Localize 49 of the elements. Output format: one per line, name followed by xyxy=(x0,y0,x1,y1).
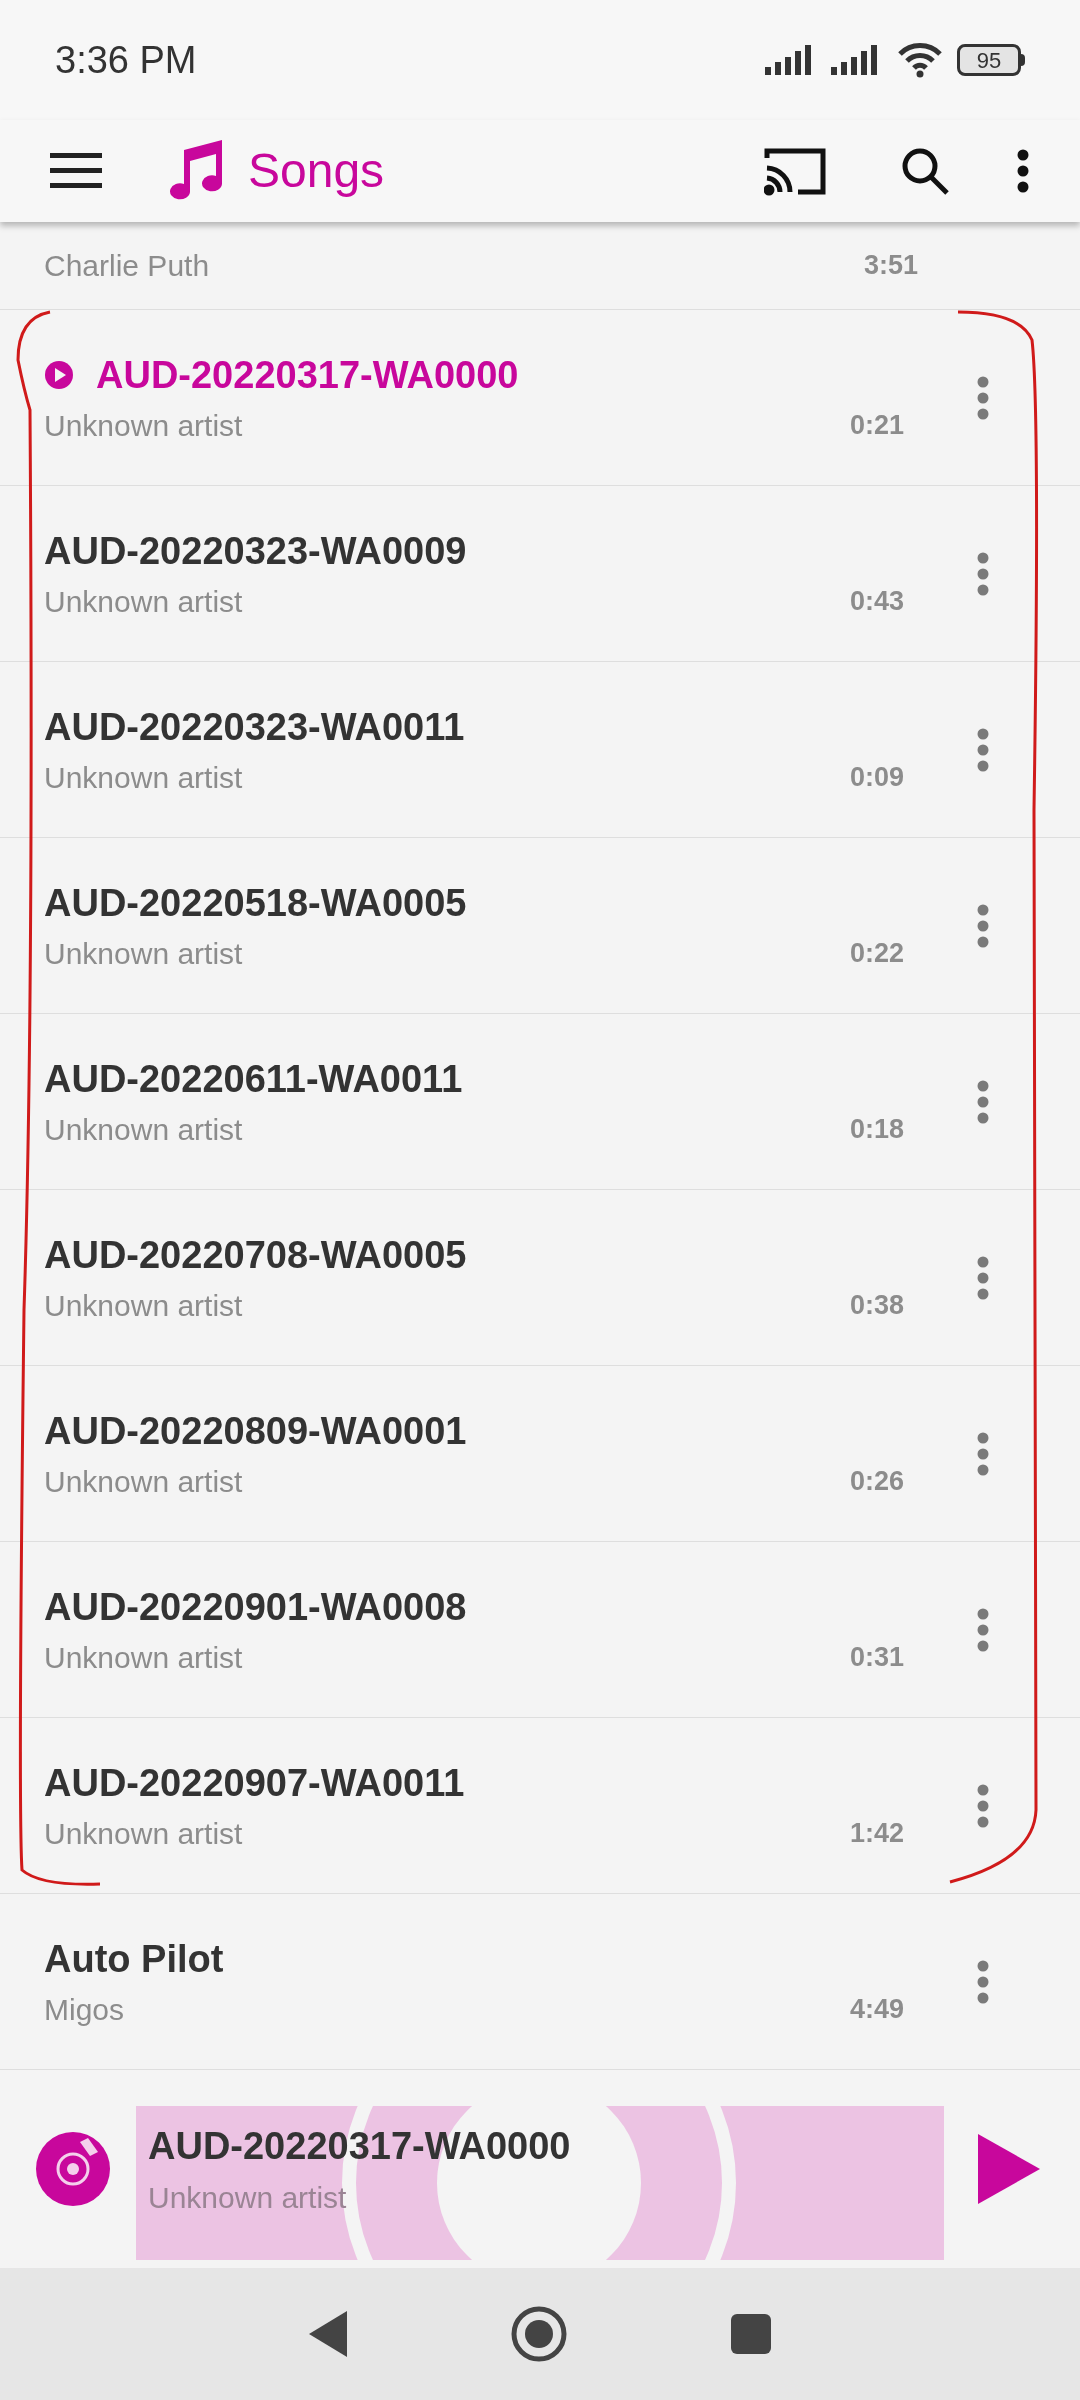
song-title: AUD-20220809-WA0001 xyxy=(44,1408,467,1454)
now-playing-title: AUD-20220317-WA0000 xyxy=(148,2124,572,2169)
song-title: AUD-20220611-WA0011 xyxy=(44,1056,463,1102)
search-icon[interactable] xyxy=(900,146,950,196)
song-duration: 1:42 xyxy=(849,1817,904,1851)
song-title: Auto Pilot xyxy=(44,1936,224,1982)
song-duration: 0:38 xyxy=(849,1289,904,1323)
song-duration: 3:51 xyxy=(863,249,918,283)
song-artist: Unknown artist xyxy=(44,408,243,444)
play-icon[interactable] xyxy=(978,2134,1040,2204)
recents-icon[interactable] xyxy=(731,2314,771,2354)
song-artist: Unknown artist xyxy=(44,1112,243,1148)
song-duration: 0:09 xyxy=(849,761,904,795)
song-artist: Charlie Puth xyxy=(44,248,210,284)
status-time: 3:36 PM xyxy=(55,37,197,83)
song-artist: Unknown artist xyxy=(44,760,243,796)
song-duration: 0:31 xyxy=(849,1641,904,1675)
page-title: Songs xyxy=(248,143,386,199)
song-artist: Unknown artist xyxy=(44,1640,243,1676)
song-artist: Unknown artist xyxy=(44,1288,243,1324)
song-title: AUD-20220317-WA0000 xyxy=(96,352,519,398)
song-duration: 0:18 xyxy=(849,1113,904,1147)
song-artist: Unknown artist xyxy=(44,584,243,620)
song-title: AUD-20220518-WA0005 xyxy=(44,880,467,926)
home-icon[interactable] xyxy=(511,2306,567,2362)
music-note-icon xyxy=(168,140,224,202)
play-circle-icon xyxy=(44,360,74,390)
song-artist: Unknown artist xyxy=(44,1464,243,1500)
song-title: AUD-20220323-WA0011 xyxy=(44,704,465,750)
song-title: AUD-20220708-WA0005 xyxy=(44,1232,467,1278)
back-icon[interactable] xyxy=(309,2311,347,2357)
battery-indicator: 95 xyxy=(957,44,1025,76)
song-artist: Migos xyxy=(44,1992,125,2028)
song-duration: 0:21 xyxy=(849,409,904,443)
song-duration: 0:26 xyxy=(849,1465,904,1499)
song-title: AUD-20220323-WA0009 xyxy=(44,528,467,574)
menu-icon[interactable] xyxy=(50,153,102,189)
song-title: AUD-20220907-WA0011 xyxy=(44,1760,465,1806)
song-duration: 0:22 xyxy=(849,937,904,971)
disc-icon xyxy=(36,2132,110,2206)
more-icon[interactable] xyxy=(1016,149,1030,193)
song-artist: Unknown artist xyxy=(44,1816,243,1852)
song-artist: Unknown artist xyxy=(44,936,243,972)
song-title: AUD-20220901-WA0008 xyxy=(44,1584,467,1630)
now-playing-artist: Unknown artist xyxy=(148,2180,348,2216)
song-duration: 0:43 xyxy=(849,585,904,619)
wifi-icon xyxy=(897,42,943,78)
cast-icon[interactable] xyxy=(764,146,826,196)
song-duration: 4:49 xyxy=(849,1993,904,2027)
